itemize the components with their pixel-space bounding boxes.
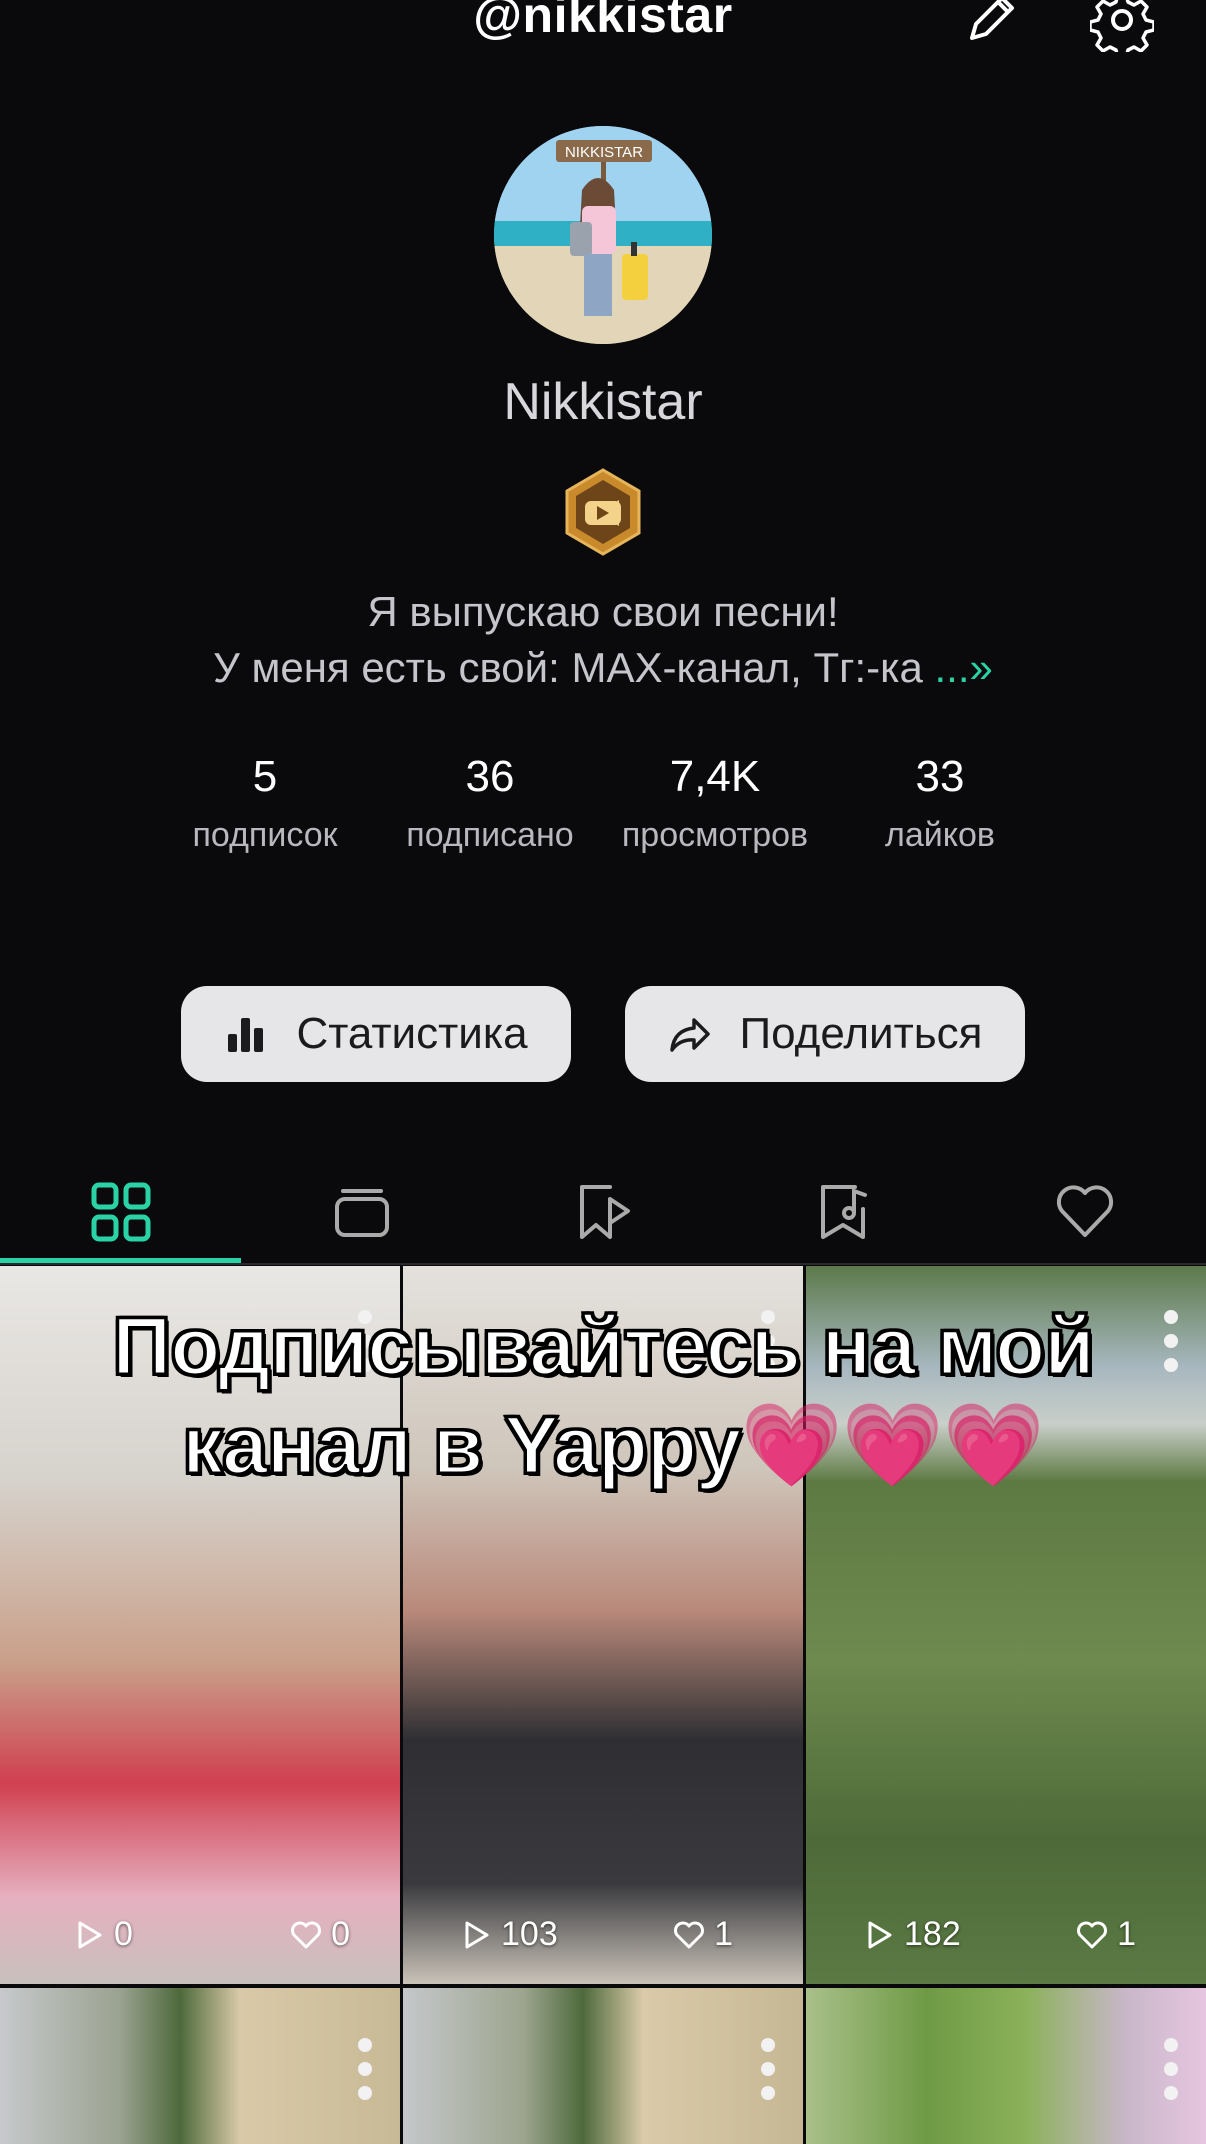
bar-chart-icon [228,1018,264,1052]
grid-icon [91,1182,150,1242]
stat-label: подписано [406,816,574,854]
more-options-icon[interactable] [1164,2038,1178,2110]
profile-handle: @nikkistar [473,0,733,43]
heart-icon [1077,1921,1108,1948]
gear-icon[interactable] [1088,0,1156,60]
tab-playlists[interactable] [241,1160,482,1264]
tab-liked[interactable] [964,1160,1205,1264]
video-thumbnail [806,1988,1206,2144]
profile-tabs [0,1160,1206,1264]
like-count: 1 [1075,1915,1136,1954]
pencil-icon[interactable] [958,0,1022,52]
hearts-emoji: 💗💗💗 [740,1400,1045,1491]
share-arrow-icon [669,1018,710,1052]
like-count: 0 [289,1915,350,1954]
tab-divider [0,1263,1206,1265]
stat-likes: 33 лайков [850,752,1030,855]
statistics-label: Статистика [296,1009,528,1058]
heart-icon [1056,1185,1113,1237]
view-count: 103 [459,1915,558,1954]
stat-label: лайков [885,816,995,854]
video-tile[interactable] [0,1988,400,2144]
video-thumbnail [403,1988,803,2144]
video-thumbnail [0,1988,400,2144]
like-count-value: 1 [1117,1915,1136,1953]
tab-videos[interactable] [0,1160,241,1264]
more-options-icon[interactable] [358,2038,372,2110]
bio-line-2-text: У меня есть свой: MAX-канал, Тг:-ка [213,644,923,691]
like-count-value: 0 [331,1915,350,1953]
tab-saved-music[interactable] [723,1160,964,1264]
more-options-icon[interactable] [761,2038,775,2110]
avatar[interactable]: NIKKISTAR [494,126,712,344]
bio-more-link[interactable]: ...» [934,644,992,691]
stat-followers[interactable]: 36 подписано [390,752,590,855]
view-count: 0 [72,1915,133,1954]
play-icon [868,1921,892,1948]
bio-line-2: У меня есть свой: MAX-канал, Тг:-ка ...» [0,644,1206,692]
like-count: 1 [672,1915,733,1954]
view-count-value: 182 [904,1915,961,1953]
view-count: 182 [862,1915,961,1954]
stat-label: подписок [192,816,338,854]
stat-value: 5 [252,752,278,801]
bio-line-1: Я выпускаю свои песни! [367,588,839,635]
share-label: Поделиться [739,1009,983,1058]
bookmark-play-icon [579,1185,630,1239]
play-icon [465,1921,489,1948]
share-button[interactable]: Поделиться [625,986,1025,1082]
stat-following[interactable]: 5 подписок [170,752,360,855]
promo-caption-line-2: канал в Yappy💗💗💗 [0,1398,1206,1494]
promo-caption-line-1: Подписывайтесь на мой [111,1300,1096,1394]
statistics-button[interactable]: Статистика [181,986,571,1082]
bookmark-music-icon [820,1185,867,1239]
display-name: Nikkistar [503,373,703,431]
video-tile[interactable] [403,1988,803,2144]
promo-caption-text: канал в Yappy [181,1399,743,1493]
heart-icon [674,1921,705,1948]
view-count-value: 103 [501,1915,558,1953]
stat-label: просмотров [621,816,809,854]
stat-value: 7,4K [669,752,761,801]
heart-icon [291,1921,322,1948]
top-bar: @nikkistar [0,0,1206,60]
tab-saved-videos[interactable] [482,1160,723,1264]
like-count-value: 1 [714,1915,733,1953]
video-tile[interactable] [806,1988,1206,2144]
view-count-value: 0 [114,1915,133,1953]
creator-badge-icon[interactable] [563,468,643,556]
playlist-icon [334,1189,389,1237]
avatar-sign-text: NIKKISTAR [565,144,643,161]
play-icon [78,1921,102,1948]
stat-value: 36 [465,752,515,801]
stat-views: 7,4K просмотров [600,752,830,855]
stat-value: 33 [915,752,965,801]
